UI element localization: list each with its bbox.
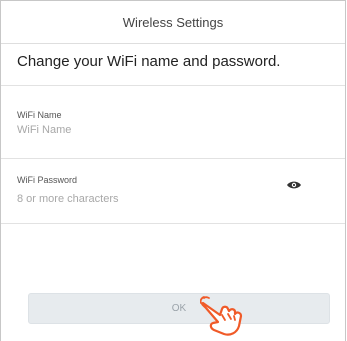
wifi-password-input[interactable] xyxy=(17,193,267,205)
wireless-settings-panel: Wireless Settings Change your WiFi name … xyxy=(0,0,346,341)
ok-button[interactable]: OK xyxy=(28,293,330,324)
divider xyxy=(1,85,345,86)
eye-icon[interactable] xyxy=(286,180,302,190)
instructions-text: Change your WiFi name and password. xyxy=(17,53,281,70)
ok-button-label: OK xyxy=(171,303,187,314)
panel-title: Wireless Settings xyxy=(1,1,345,44)
divider xyxy=(1,158,345,159)
wifi-name-label: WiFi Name xyxy=(17,110,62,120)
wifi-password-label: WiFi Password xyxy=(17,175,78,185)
wifi-name-input[interactable] xyxy=(17,124,267,136)
divider xyxy=(1,223,345,224)
